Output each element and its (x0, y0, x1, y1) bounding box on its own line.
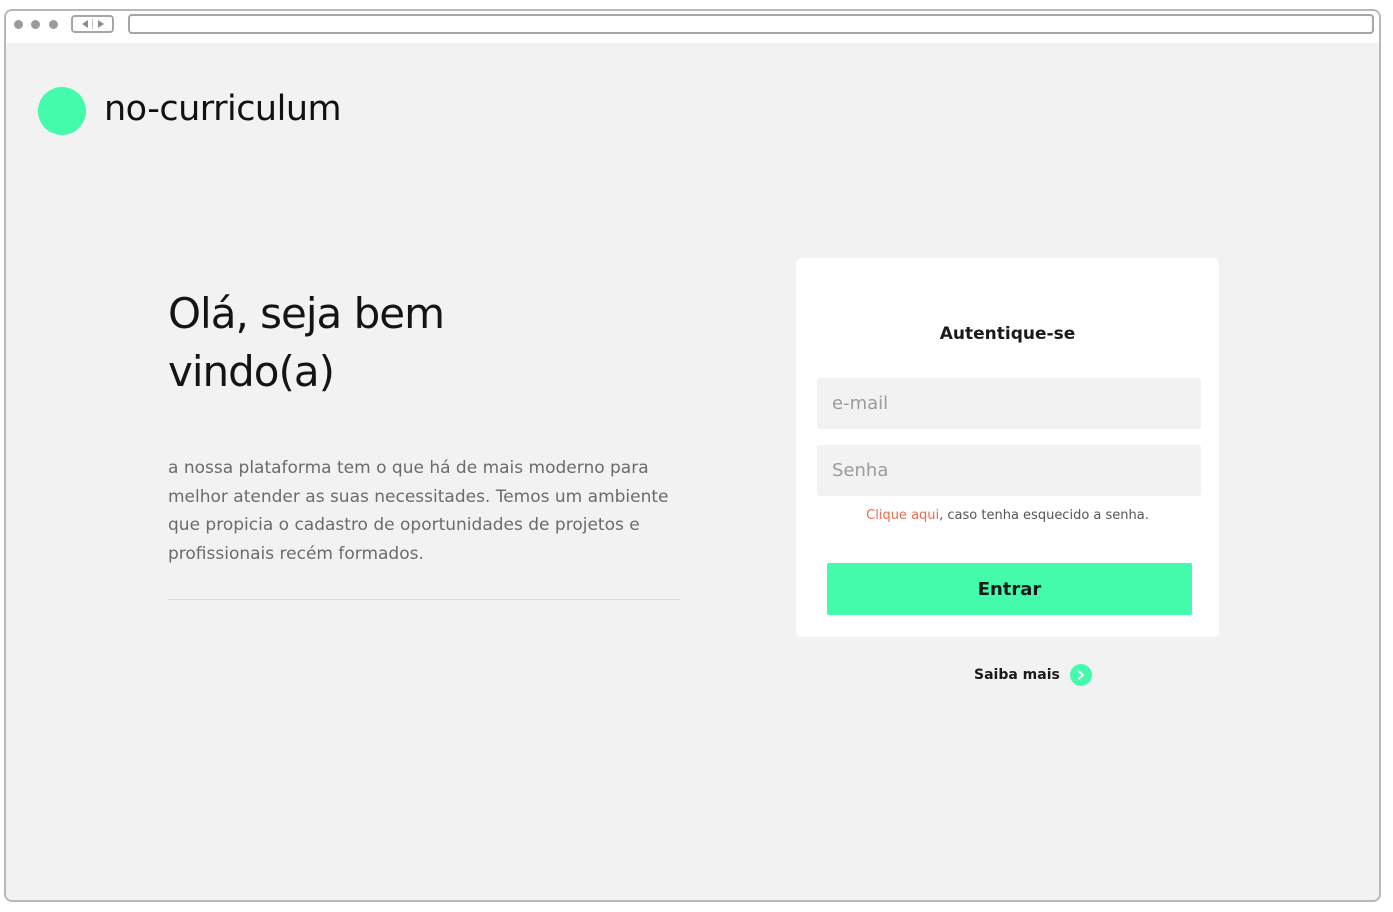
learn-more-link[interactable]: Saiba mais (974, 664, 1092, 686)
browser-toolbar (6, 11, 1379, 43)
browser-window: no-curriculum Olá, seja bem vindo(a) a n… (4, 9, 1381, 902)
brand-name: no-curriculum (104, 89, 342, 129)
forgot-password-text: , caso tenha esquecido a senha. (939, 508, 1149, 523)
nav-divider (92, 19, 93, 29)
login-card: Autentique-se Clique aqui, caso tenha es… (796, 258, 1219, 637)
forgot-password-hint: Clique aqui, caso tenha esquecido a senh… (796, 508, 1219, 523)
login-submit-button[interactable]: Entrar (827, 563, 1192, 615)
divider (168, 599, 680, 600)
forward-arrow-icon[interactable] (98, 20, 104, 28)
back-arrow-icon[interactable] (82, 20, 88, 28)
history-nav (71, 15, 114, 33)
learn-more-label: Saiba mais (974, 667, 1060, 683)
forgot-password-link[interactable]: Clique aqui (866, 508, 939, 523)
address-bar[interactable] (128, 14, 1374, 34)
window-close-dot-icon[interactable] (14, 20, 23, 29)
email-field[interactable] (817, 378, 1201, 429)
brand-logo-icon (38, 87, 86, 135)
platform-description: a nossa plataforma tem o que há de mais … (168, 458, 669, 564)
window-minimize-dot-icon[interactable] (31, 20, 40, 29)
login-title: Autentique-se (939, 324, 1076, 344)
password-field[interactable] (817, 445, 1201, 496)
window-maximize-dot-icon[interactable] (49, 20, 58, 29)
welcome-heading: Olá, seja bem vindo(a) (168, 289, 445, 396)
chevron-right-icon (1069, 664, 1092, 686)
